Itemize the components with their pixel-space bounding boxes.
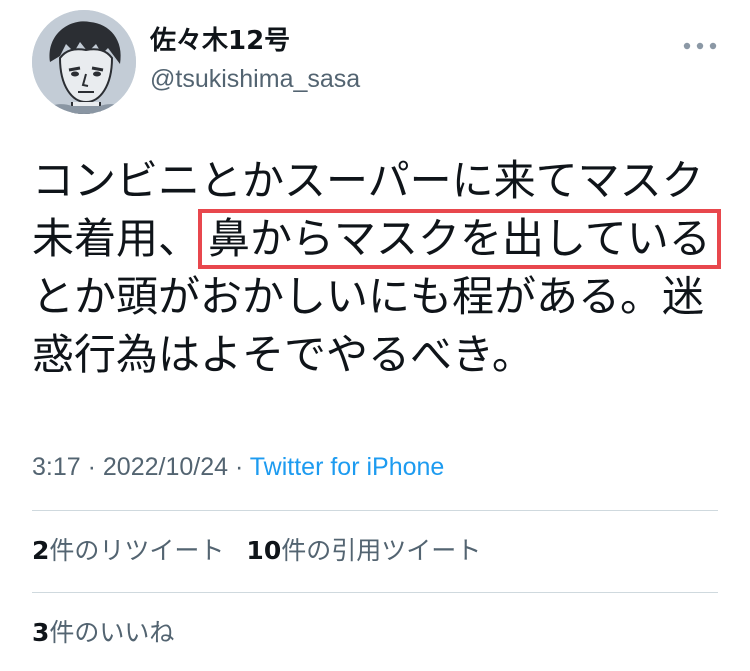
quotes-count: 10 (246, 536, 282, 565)
tweet-text: コンビニとかスーパーに来てマスク未着用、 鼻からマスクを出しているとか頭がおかしい… (32, 152, 722, 384)
tweet-text-part: とか頭がおかしいにも程がある。迷惑行為はよそでやるべき。 (32, 272, 705, 379)
likes-label: 件のいいね (49, 618, 175, 647)
highlighted-text: 鼻からマスクを出している (198, 209, 721, 269)
stats-row: 2件のリツイート 10件の引用ツイート (32, 534, 718, 568)
divider (32, 592, 718, 593)
more-horizontal-icon[interactable] (682, 40, 718, 52)
tweet-source-link[interactable]: Twitter for iPhone (250, 453, 445, 481)
likes-count: 3 (32, 618, 50, 647)
quotes-stat[interactable]: 10件の引用ツイート (246, 534, 481, 568)
avatar[interactable] (32, 10, 136, 114)
avatar-illustration (32, 10, 136, 114)
retweets-stat[interactable]: 2件のリツイート (32, 534, 224, 568)
meta-separator: · (228, 453, 250, 481)
user-handle[interactable]: @tsukishima_sasa (150, 62, 360, 96)
tweet-meta: 3:17 · 2022/10/24 · Twitter for iPhone (32, 450, 444, 484)
tweet-date[interactable]: 2022/10/24 (103, 453, 228, 481)
divider (32, 510, 718, 511)
retweets-count: 2 (32, 536, 50, 565)
retweets-label: 件のリツイート (49, 536, 225, 565)
meta-separator: · (80, 453, 103, 481)
likes-stat[interactable]: 3件のいいね (32, 616, 174, 650)
quotes-label: 件の引用ツイート (281, 536, 482, 565)
tweet-time[interactable]: 3:17 (32, 453, 81, 481)
display-name[interactable]: 佐々木12号 (150, 24, 290, 58)
likes-row: 3件のいいね (32, 616, 718, 650)
